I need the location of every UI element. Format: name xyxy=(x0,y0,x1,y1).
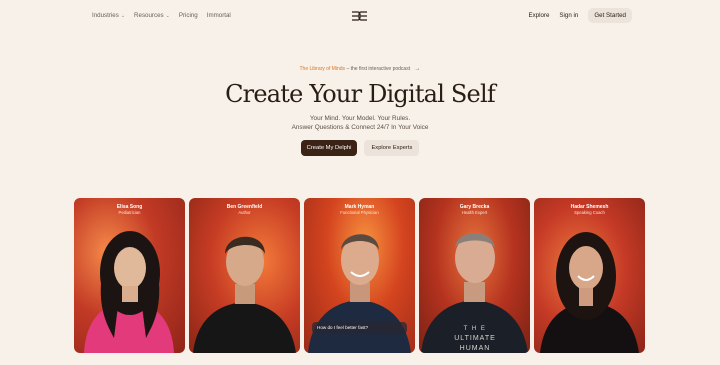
hero-subtitle-line2: Answer Questions & Connect 24/7 In Your … xyxy=(291,124,429,131)
hero-subtitle-line1: Your Mind. Your Model. Your Rules. xyxy=(309,115,411,122)
nav-industries[interactable]: Industries ⌄ xyxy=(92,12,125,19)
announcement-highlight: The Library of Minds xyxy=(299,66,346,72)
chat-prompt-bubble[interactable]: How do I feel better fast? xyxy=(312,322,407,334)
nav-pricing[interactable]: Pricing xyxy=(179,12,198,19)
nav-immortal[interactable]: Immortal xyxy=(207,12,231,19)
expert-portrait: T H E ULTIMATE HUMAN xyxy=(421,233,528,353)
svg-text:ULTIMATE: ULTIMATE xyxy=(454,335,496,342)
create-my-delphi-button[interactable]: Create My Delphi xyxy=(300,140,358,156)
chevron-down-icon: ⌄ xyxy=(120,12,126,19)
expert-card-ben-greenfield[interactable]: Ben Greenfield Author xyxy=(189,198,300,353)
expert-card-elisa-song[interactable]: Elisa Song Pediatrician xyxy=(74,198,185,353)
expert-cards: Elisa Song Pediatrician Ben Greenfield A… xyxy=(74,198,645,353)
expert-portrait xyxy=(193,236,296,353)
announcement-banner[interactable]: The Library of Minds – the first interac… xyxy=(0,66,720,72)
nav-resources[interactable]: Resources ⌄ xyxy=(134,12,170,19)
expert-card-hadar-shemesh[interactable]: Hadar Shemesh Speaking Coach xyxy=(534,198,645,353)
get-started-button[interactable]: Get Started xyxy=(588,8,632,23)
hero-title: Create Your Digital Self xyxy=(225,80,496,108)
expert-portrait xyxy=(540,232,639,353)
delphi-logo-icon[interactable] xyxy=(351,10,368,22)
arrow-right-icon: → xyxy=(414,66,421,72)
expert-card-mark-hyman[interactable]: Mark Hyman Functional Physician How do I… xyxy=(304,198,415,353)
expert-card-gary-brecka[interactable]: T H E ULTIMATE HUMAN Gary Brecka Health … xyxy=(419,198,530,353)
expert-role: Speaking Coach xyxy=(574,210,605,215)
nav-links: Industries ⌄ Resources ⌄ Pricing Immortal xyxy=(92,12,231,19)
top-nav: Industries ⌄ Resources ⌄ Pricing Immortal … xyxy=(0,0,720,33)
chevron-down-icon: ⌄ xyxy=(165,12,170,19)
hero-cta-group: Create My Delphi Explore Experts xyxy=(0,140,720,156)
nav-industries-label: Industries xyxy=(92,12,119,19)
svg-text:HUMAN: HUMAN xyxy=(460,345,491,352)
svg-text:T H E: T H E xyxy=(464,326,487,332)
expert-role: Functional Physician xyxy=(340,210,379,215)
expert-portrait xyxy=(84,231,174,353)
nav-resources-label: Resources xyxy=(134,12,164,19)
nav-right: Explore Sign in Get Started xyxy=(528,8,632,23)
announcement-text: – the first interactive podcast xyxy=(346,66,411,72)
explore-experts-button[interactable]: Explore Experts xyxy=(364,140,420,156)
explore-link[interactable]: Explore xyxy=(528,12,549,19)
expert-role: Author xyxy=(238,210,251,215)
signin-link[interactable]: Sign in xyxy=(559,12,578,19)
expert-role: Health Expert xyxy=(461,210,488,215)
expert-role: Pediatrician xyxy=(118,210,141,215)
